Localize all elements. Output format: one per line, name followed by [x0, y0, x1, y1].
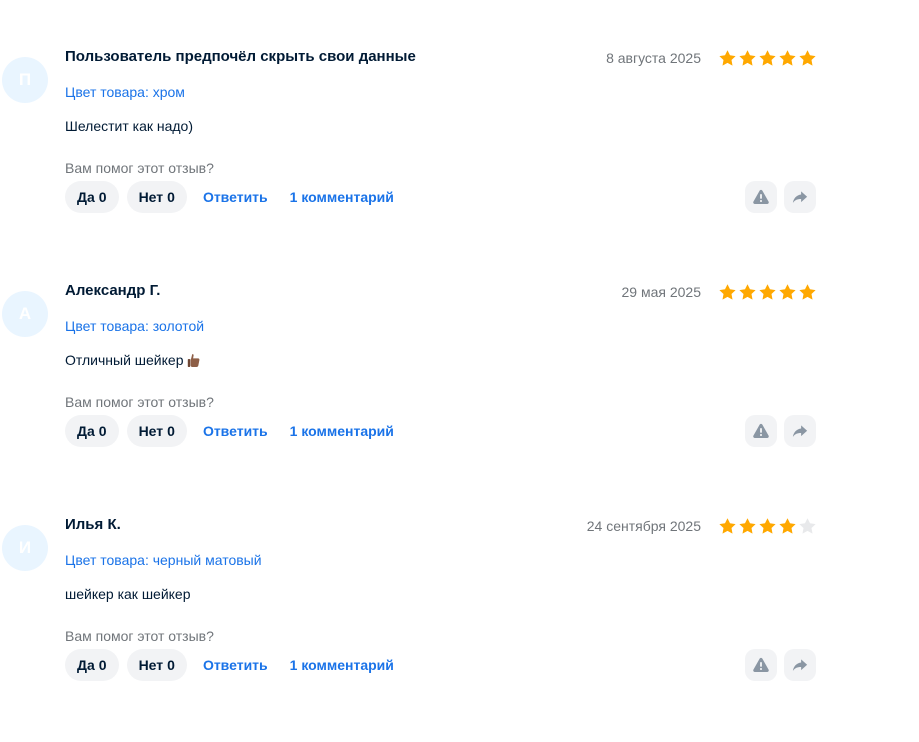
star-filled-icon — [779, 284, 796, 300]
review-date: 29 мая 2025 — [621, 284, 702, 300]
warning-triangle-icon — [753, 657, 769, 672]
star-filled-icon — [719, 50, 736, 66]
vote-no-label: Нет — [138, 189, 164, 205]
review-date: 8 августа 2025 — [606, 50, 701, 66]
vote-yes-button[interactable]: Да 0 — [65, 649, 119, 681]
rating-stars — [718, 283, 817, 301]
thumbs-up-emoji-icon — [188, 353, 200, 367]
review-text: Шелестит как надо) — [65, 118, 193, 134]
star-filled-icon — [779, 518, 796, 534]
report-button[interactable] — [745, 181, 777, 213]
vote-no-count: 0 — [167, 189, 175, 205]
review-card: А Александр Г. 29 мая 2025 Цвет товара: … — [0, 274, 919, 508]
helpful-question: Вам помог этот отзыв? — [65, 628, 214, 644]
share-arrow-icon — [792, 191, 808, 203]
review-text-content: Шелестит как надо) — [65, 118, 194, 134]
helpful-question: Вам помог этот отзыв? — [65, 160, 214, 176]
avatar: И — [2, 525, 48, 571]
star-empty-icon — [799, 518, 816, 534]
vote-yes-label: Да — [77, 657, 95, 673]
share-button[interactable] — [784, 181, 816, 213]
review-text: Отличный шейкер — [65, 352, 201, 368]
product-color-link[interactable]: Цвет товара: хром — [65, 84, 185, 100]
review-text: шейкер как шейкер — [65, 586, 191, 602]
avatar: П — [2, 57, 48, 103]
product-color-link[interactable]: Цвет товара: золотой — [65, 318, 204, 334]
vote-yes-label: Да — [77, 423, 95, 439]
report-button[interactable] — [745, 649, 777, 681]
vote-no-button[interactable]: Нет 0 — [126, 415, 187, 447]
comments-link[interactable]: 1 комментарий — [290, 189, 394, 205]
review-author: Пользователь предпочёл скрыть свои данны… — [65, 48, 416, 65]
star-filled-icon — [759, 50, 776, 66]
vote-yes-label: Да — [77, 189, 95, 205]
vote-yes-count: 0 — [98, 189, 107, 205]
vote-yes-button[interactable]: Да 0 — [65, 181, 119, 213]
star-filled-icon — [739, 50, 756, 66]
vote-no-button[interactable]: Нет 0 — [126, 181, 187, 213]
review-actions: Да 0 Нет 0 Ответить 1 комментарий — [65, 181, 408, 213]
star-filled-icon — [759, 518, 776, 534]
star-filled-icon — [739, 518, 756, 534]
warning-triangle-icon — [753, 423, 769, 438]
reply-link[interactable]: Ответить — [203, 423, 268, 439]
star-filled-icon — [799, 50, 816, 66]
review-actions: Да 0 Нет 0 Ответить 1 комментарий — [65, 415, 408, 447]
product-color-link[interactable]: Цвет товара: черный матовый — [65, 552, 262, 568]
report-button[interactable] — [745, 415, 777, 447]
review-text-content: шейкер как шейкер — [65, 586, 191, 602]
star-filled-icon — [719, 284, 736, 300]
reply-link[interactable]: Ответить — [203, 657, 268, 673]
vote-no-label: Нет — [138, 657, 164, 673]
warning-triangle-icon — [753, 189, 769, 204]
rating-stars — [718, 517, 817, 535]
review-author: Илья К. — [65, 516, 121, 533]
vote-yes-button[interactable]: Да 0 — [65, 415, 119, 447]
review-date: 24 сентября 2025 — [586, 518, 701, 534]
vote-yes-count: 0 — [98, 657, 107, 673]
star-filled-icon — [779, 50, 796, 66]
star-filled-icon — [739, 284, 756, 300]
avatar: А — [2, 291, 48, 337]
vote-no-label: Нет — [138, 423, 164, 439]
star-filled-icon — [759, 284, 776, 300]
review-text-content: Отличный шейкер — [65, 352, 184, 368]
share-button[interactable] — [784, 415, 816, 447]
vote-yes-count: 0 — [98, 423, 107, 439]
comments-link[interactable]: 1 комментарий — [290, 423, 394, 439]
vote-no-count: 0 — [167, 657, 175, 673]
vote-no-count: 0 — [167, 423, 175, 439]
review-actions: Да 0 Нет 0 Ответить 1 комментарий — [65, 649, 408, 681]
rating-stars — [718, 49, 817, 67]
share-arrow-icon — [792, 659, 808, 671]
comments-link[interactable]: 1 комментарий — [290, 657, 394, 673]
review-author: Александр Г. — [65, 282, 161, 299]
review-card: П Пользователь предпочёл скрыть свои дан… — [0, 40, 919, 274]
helpful-question: Вам помог этот отзыв? — [65, 394, 214, 410]
star-filled-icon — [719, 518, 736, 534]
vote-no-button[interactable]: Нет 0 — [126, 649, 187, 681]
star-filled-icon — [799, 284, 816, 300]
share-arrow-icon — [792, 425, 808, 437]
review-card: И Илья К. 24 сентября 2025 Цвет товара: … — [0, 508, 919, 742]
share-button[interactable] — [784, 649, 816, 681]
reply-link[interactable]: Ответить — [203, 189, 268, 205]
